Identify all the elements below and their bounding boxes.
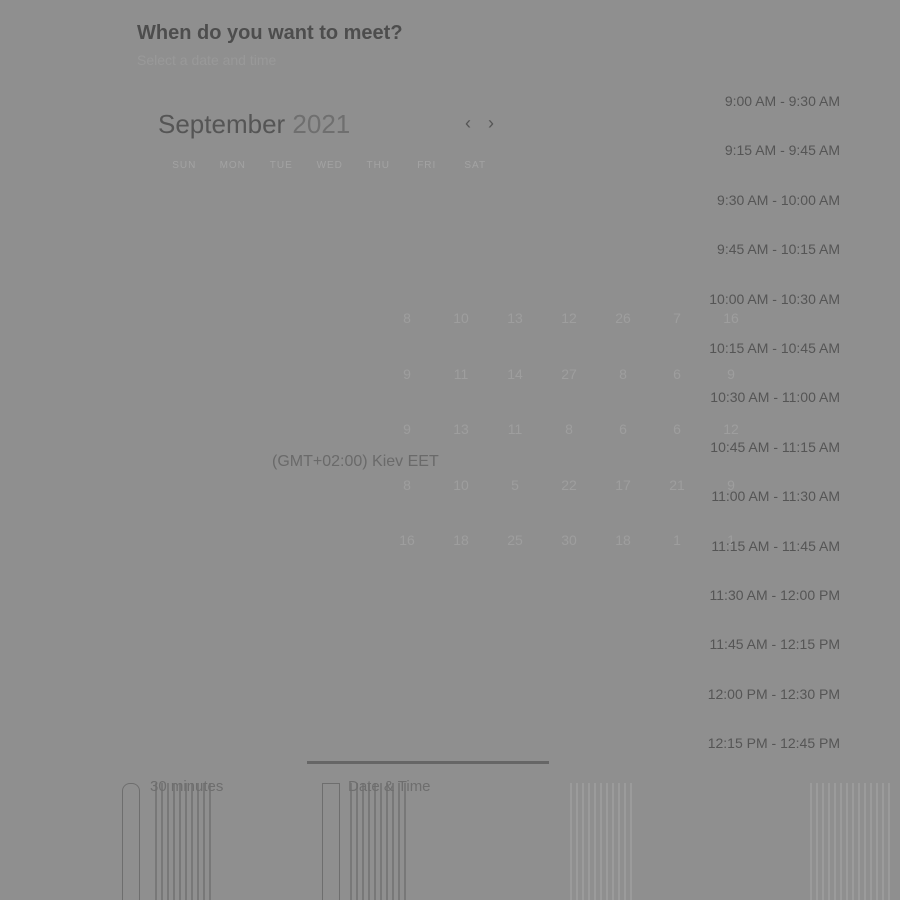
calendar-day[interactable]: 8 [542,419,596,475]
weekday-header: SUN MON TUE WED THU FRI SAT [160,160,500,171]
time-slot-button[interactable]: 11:45 AM - 12:15 PM [670,632,840,681]
weekday-label: SAT [464,160,487,171]
calendar-day[interactable]: 13 [434,419,488,475]
datetime-step-bars [350,783,406,900]
weekday-label: WED [316,160,343,171]
calendar-day[interactable]: 12 [542,308,596,364]
calendar-day[interactable]: 27 [542,364,596,420]
weekday-label: MON [219,160,246,171]
calendar-day[interactable]: 6 [596,419,650,475]
step-progress-bar [307,761,549,764]
time-slot-button[interactable]: 12:15 PM - 12:45 PM [670,731,840,780]
weekday-label: THU [366,160,391,171]
weekday-label: TUE [269,160,293,171]
calendar-year: 2021 [292,109,351,139]
chevron-left-icon[interactable]: ‹ [465,113,471,133]
time-slot-button[interactable]: 9:00 AM - 9:30 AM [670,89,840,138]
calendar-day[interactable]: 17 [596,475,650,531]
time-slot-button[interactable]: 10:30 AM - 11:00 AM [670,385,840,434]
duration-step-bars [155,783,211,900]
time-slot-button[interactable]: 12:00 PM - 12:30 PM [670,682,840,731]
timezone-selector[interactable]: (GMT+02:00) Kiev EET [272,453,439,471]
calendar-day[interactable]: 18 [434,530,488,586]
time-slot-button[interactable]: 9:30 AM - 10:00 AM [670,188,840,237]
calendar-month-year: September 2021 [158,109,350,140]
calendar-day[interactable]: 11 [488,419,542,475]
calendar-day[interactable]: 22 [542,475,596,531]
scheduler-page: When do you want to meet? Select a date … [0,0,900,900]
time-slot-button[interactable]: 10:45 AM - 11:15 AM [670,435,840,484]
weekday-label: SUN [172,160,197,171]
calendar-day[interactable]: 13 [488,308,542,364]
calendar-day[interactable]: 30 [542,530,596,586]
calendar-day[interactable]: 16 [380,530,434,586]
time-slot-button[interactable]: 11:00 AM - 11:30 AM [670,484,840,533]
weekday-label: FRI [417,160,437,171]
calendar-icon [322,783,340,900]
time-slot-button[interactable]: 9:45 AM - 10:15 AM [670,237,840,286]
time-slot-button[interactable]: 10:00 AM - 10:30 AM [670,287,840,336]
time-slot-button[interactable]: 11:15 AM - 11:45 AM [670,534,840,583]
calendar-day[interactable]: 10 [434,308,488,364]
calendar-day[interactable]: 10 [434,475,488,531]
time-slot-button[interactable]: 9:15 AM - 9:45 AM [670,138,840,187]
calendar-day[interactable]: 8 [380,308,434,364]
clock-icon [122,783,140,900]
calendar-day[interactable]: 18 [596,530,650,586]
time-slot-list: 9:00 AM - 9:30 AM 9:15 AM - 9:45 AM 9:30 A… [670,89,840,780]
time-slot-button[interactable]: 11:30 AM - 12:00 PM [670,583,840,632]
calendar-day[interactable]: 25 [488,530,542,586]
calendar-day[interactable]: 9 [380,364,434,420]
calendar-day[interactable]: 5 [488,475,542,531]
confirm-step-bars [810,783,890,900]
calendar-day[interactable]: 8 [596,364,650,420]
page-subtitle: Select a date and time [137,52,277,68]
calendar-day[interactable]: 8 [380,475,434,531]
calendar-month: September [158,109,286,139]
chevron-right-icon[interactable]: › [488,113,494,133]
calendar-day[interactable]: 26 [596,308,650,364]
page-title: When do you want to meet? [137,22,403,44]
calendar-day[interactable]: 14 [488,364,542,420]
time-slot-button[interactable]: 10:15 AM - 10:45 AM [670,336,840,385]
details-step-bars [570,783,632,900]
calendar-day[interactable]: 11 [434,364,488,420]
